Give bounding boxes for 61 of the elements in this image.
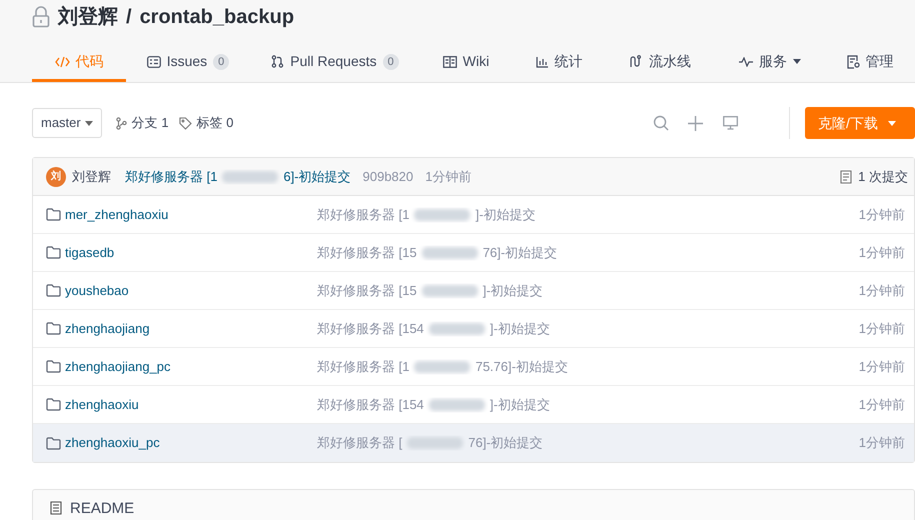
commit-message[interactable]: 6]-初始提交: [283, 166, 351, 186]
pipeline-icon: [629, 55, 643, 68]
nav-tab[interactable]: Wiki: [420, 44, 512, 82]
folder-icon: [46, 322, 61, 335]
folder-name[interactable]: zhenghaojiang_pc: [65, 356, 317, 376]
folder-name[interactable]: zhenghaojiang: [65, 318, 317, 338]
code-icon: [54, 56, 70, 68]
search-icon[interactable]: [653, 115, 669, 131]
path-separator: /: [126, 5, 132, 30]
file-time: 1分钟前: [858, 396, 905, 414]
file-time: 1分钟前: [858, 358, 905, 376]
tags-link[interactable]: 标签 0: [178, 113, 234, 133]
folder-icon: [46, 436, 61, 450]
caret-icon: [888, 120, 896, 126]
branch-link[interactable]: 分支 1: [116, 113, 169, 133]
nav-tab[interactable]: Pull Requests 0: [250, 44, 420, 82]
folder-icon: [46, 398, 61, 411]
repo-owner[interactable]: 刘登辉: [58, 2, 118, 32]
count-badge: 0: [382, 54, 399, 70]
document-icon: [846, 54, 860, 68]
document-icon: [50, 501, 62, 515]
commit-message[interactable]: 郑好修服务器 [1: [125, 166, 218, 186]
nav-tab[interactable]: 流水线: [606, 44, 714, 82]
folder-name[interactable]: tigasedb: [65, 242, 317, 262]
branch-dropdown[interactable]: master: [32, 108, 102, 138]
file-time: 1分钟前: [858, 206, 905, 224]
bar-chart-icon: [536, 56, 548, 68]
branch-icon: [116, 116, 127, 130]
folder-icon: [46, 208, 61, 221]
repo-name[interactable]: crontab_backup: [140, 2, 294, 32]
folder-name[interactable]: youshebao: [65, 280, 317, 300]
readme-title: README: [70, 501, 134, 517]
file-time: 1分钟前: [858, 244, 905, 262]
folder-icon: [46, 246, 61, 259]
folder-name[interactable]: mer_zhenghaoxiu: [65, 204, 317, 224]
commit-author[interactable]: 刘登辉: [72, 166, 111, 186]
folder-icon: [46, 360, 61, 373]
monitor-icon[interactable]: [723, 116, 738, 130]
merge-icon: [271, 55, 284, 68]
pulse-icon: [739, 56, 753, 66]
count-badge: 0: [213, 54, 230, 70]
nav-tab[interactable]: Issues 0: [126, 44, 250, 82]
file-time: 1分钟前: [858, 434, 905, 452]
nav-tab[interactable]: 管理: [826, 44, 914, 82]
nav-tab[interactable]: 统计: [512, 44, 606, 82]
file-time: 1分钟前: [858, 320, 905, 338]
card-icon: [146, 56, 161, 68]
commit-time: 1分钟前: [425, 168, 472, 186]
folder-icon: [46, 284, 61, 297]
tag-icon: [178, 116, 192, 130]
commit-count-link[interactable]: 1 次提交: [858, 166, 908, 186]
file-row[interactable]: zhenghaoxiu_pc 郑好修服务器 [ 76]-初始提交 1分钟前: [33, 424, 914, 462]
nav-tab[interactable]: 服务: [714, 44, 826, 82]
caret-icon: [84, 120, 93, 126]
avatar: 刘: [46, 166, 66, 186]
file-time: 1分钟前: [858, 282, 905, 300]
folder-name[interactable]: zhenghaoxiu: [65, 394, 317, 414]
plus-icon[interactable]: [688, 116, 703, 130]
document-icon: [840, 170, 852, 184]
folder-name[interactable]: zhenghaoxiu_pc: [65, 433, 317, 453]
book-icon: [442, 56, 457, 68]
